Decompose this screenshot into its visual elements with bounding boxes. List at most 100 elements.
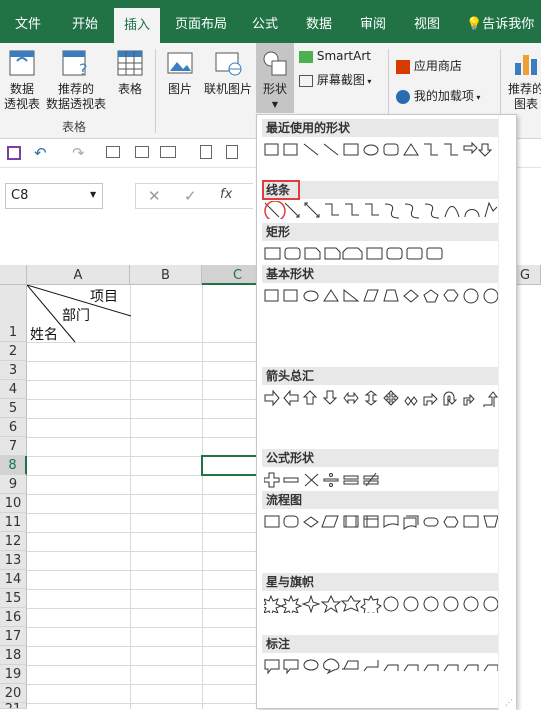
table-button[interactable]: 表格 bbox=[112, 47, 148, 97]
section-equation-shapes: 公式形状 bbox=[262, 449, 499, 467]
undo-icon[interactable]: ↶ bbox=[34, 144, 47, 162]
row-header[interactable]: 12 bbox=[0, 532, 27, 551]
tab-view[interactable]: 视图 bbox=[404, 0, 450, 43]
tab-formulas[interactable]: 公式 bbox=[242, 0, 288, 43]
grid-line bbox=[27, 608, 256, 609]
row-header[interactable]: 2 bbox=[0, 342, 27, 361]
section-callouts: 标注 bbox=[262, 635, 499, 653]
cell-a1-name: 姓名 bbox=[30, 327, 58, 343]
addins-icon bbox=[396, 89, 410, 104]
group-label-tables: 表格 bbox=[62, 120, 87, 134]
row-header[interactable]: 4 bbox=[0, 380, 27, 399]
smartart-icon bbox=[299, 50, 313, 63]
tab-review[interactable]: 审阅 bbox=[350, 0, 396, 43]
section-block-arrows: 箭头总汇 bbox=[262, 367, 499, 385]
tell-me-box[interactable]: 💡告诉我你想 bbox=[466, 0, 541, 82]
row-header[interactable]: 19 bbox=[0, 665, 27, 684]
flowchart-grid bbox=[264, 515, 499, 531]
row-header[interactable]: 16 bbox=[0, 608, 27, 627]
resize-grip-icon[interactable]: ⋰ bbox=[505, 698, 513, 707]
cell-a1-item: 项目 bbox=[90, 289, 118, 305]
stars-banners-grid bbox=[264, 595, 499, 613]
copy-icon[interactable] bbox=[200, 145, 212, 159]
table-icon bbox=[115, 47, 145, 79]
row-header[interactable]: 8 bbox=[0, 456, 27, 475]
picture-icon bbox=[165, 47, 195, 79]
insert-function-icon[interactable]: fx bbox=[220, 187, 232, 202]
form-icon[interactable] bbox=[106, 146, 120, 158]
row-header[interactable]: 20 bbox=[0, 684, 27, 703]
ribbon-tabs: 文件 开始 插入 页面布局 公式 数据 审阅 视图 💡告诉我你想 bbox=[0, 0, 541, 82]
row-header[interactable]: 11 bbox=[0, 513, 27, 532]
group-separator bbox=[155, 49, 156, 133]
store-button[interactable]: 应用商店 bbox=[396, 57, 462, 74]
grid-line bbox=[27, 361, 256, 362]
tab-data[interactable]: 数据 bbox=[296, 0, 342, 43]
store-icon bbox=[396, 59, 410, 74]
section-stars-banners: 星与旗帜 bbox=[262, 573, 499, 591]
pivot-table-icon bbox=[7, 47, 37, 79]
search-icon[interactable] bbox=[226, 145, 238, 159]
online-picture-button[interactable]: 联机图片 bbox=[202, 47, 254, 97]
row-header[interactable]: 6 bbox=[0, 418, 27, 437]
screenshot-button[interactable]: 屏幕截图 ▾ bbox=[299, 71, 371, 88]
tab-home[interactable]: 开始 bbox=[58, 0, 112, 43]
grid-line bbox=[27, 684, 256, 685]
column-header-a[interactable]: A bbox=[27, 265, 130, 285]
grid-line bbox=[27, 551, 256, 552]
equation-shapes-row bbox=[264, 472, 379, 488]
print-preview-icon[interactable] bbox=[135, 146, 149, 158]
shapes-button[interactable]: 形状 ▼ bbox=[256, 43, 294, 113]
tab-file[interactable]: 文件 bbox=[2, 0, 54, 43]
formula-buttons: ✕ ✓ fx bbox=[135, 183, 253, 209]
screenshot-icon bbox=[299, 74, 313, 87]
tab-page-layout[interactable]: 页面布局 bbox=[166, 0, 236, 43]
redo-icon[interactable]: ↷ bbox=[72, 144, 85, 162]
row-header[interactable]: 14 bbox=[0, 570, 27, 589]
selected-cell-c8[interactable] bbox=[201, 455, 259, 476]
row-header[interactable]: 18 bbox=[0, 646, 27, 665]
select-all-corner[interactable] bbox=[0, 265, 27, 285]
row-header[interactable]: 5 bbox=[0, 399, 27, 418]
my-addins-button[interactable]: 我的加载项 ▾ bbox=[396, 87, 480, 104]
rectangles-row bbox=[264, 247, 443, 260]
recommended-charts-button[interactable]: 推荐的 图表 bbox=[506, 47, 541, 112]
row-header[interactable]: 7 bbox=[0, 437, 27, 456]
row-header[interactable]: 17 bbox=[0, 627, 27, 646]
row-header[interactable]: 9 bbox=[0, 475, 27, 494]
recommended-pivot-icon: ? bbox=[61, 47, 91, 79]
grid-line bbox=[27, 570, 256, 571]
smartart-button[interactable]: SmartArt bbox=[299, 49, 371, 63]
camera-icon[interactable] bbox=[160, 146, 176, 158]
lightbulb-icon: 💡 bbox=[466, 17, 483, 32]
panel-scrollbar[interactable]: ⋰ bbox=[498, 115, 516, 710]
tab-insert[interactable]: 插入 bbox=[114, 8, 160, 43]
row-header[interactable]: 21 bbox=[0, 703, 27, 709]
grid-line bbox=[27, 418, 256, 419]
row-header[interactable]: 1 bbox=[0, 285, 27, 342]
callouts-grid bbox=[264, 658, 499, 675]
lines-row bbox=[264, 201, 498, 219]
bar-chart-icon bbox=[511, 47, 541, 79]
row-header[interactable]: 3 bbox=[0, 361, 27, 380]
cancel-icon[interactable]: ✕ bbox=[148, 187, 161, 205]
grid-line bbox=[27, 589, 256, 590]
shapes-gallery: 最近使用的形状 { } 线条 矩形 bbox=[256, 114, 517, 710]
grid-line bbox=[27, 494, 256, 495]
grid-line bbox=[27, 627, 256, 628]
chevron-down-icon: ▼ bbox=[271, 100, 279, 109]
pivot-table-button[interactable]: 数据 透视表 bbox=[2, 47, 42, 112]
save-icon[interactable] bbox=[7, 146, 21, 160]
row-header[interactable]: 13 bbox=[0, 551, 27, 570]
lines-highlight-box bbox=[262, 180, 300, 200]
column-header-b[interactable]: B bbox=[130, 265, 202, 285]
recommended-pivot-button[interactable]: ? 推荐的 数据透视表 bbox=[44, 47, 108, 112]
online-picture-icon bbox=[213, 47, 243, 79]
name-box[interactable]: C8 bbox=[5, 183, 103, 209]
row-header[interactable]: 10 bbox=[0, 494, 27, 513]
picture-button[interactable]: 图片 bbox=[162, 47, 198, 97]
row-header[interactable]: 15 bbox=[0, 589, 27, 608]
chevron-down-icon[interactable]: ▼ bbox=[90, 190, 96, 199]
grid-line bbox=[27, 513, 256, 514]
enter-icon[interactable]: ✓ bbox=[184, 187, 197, 205]
